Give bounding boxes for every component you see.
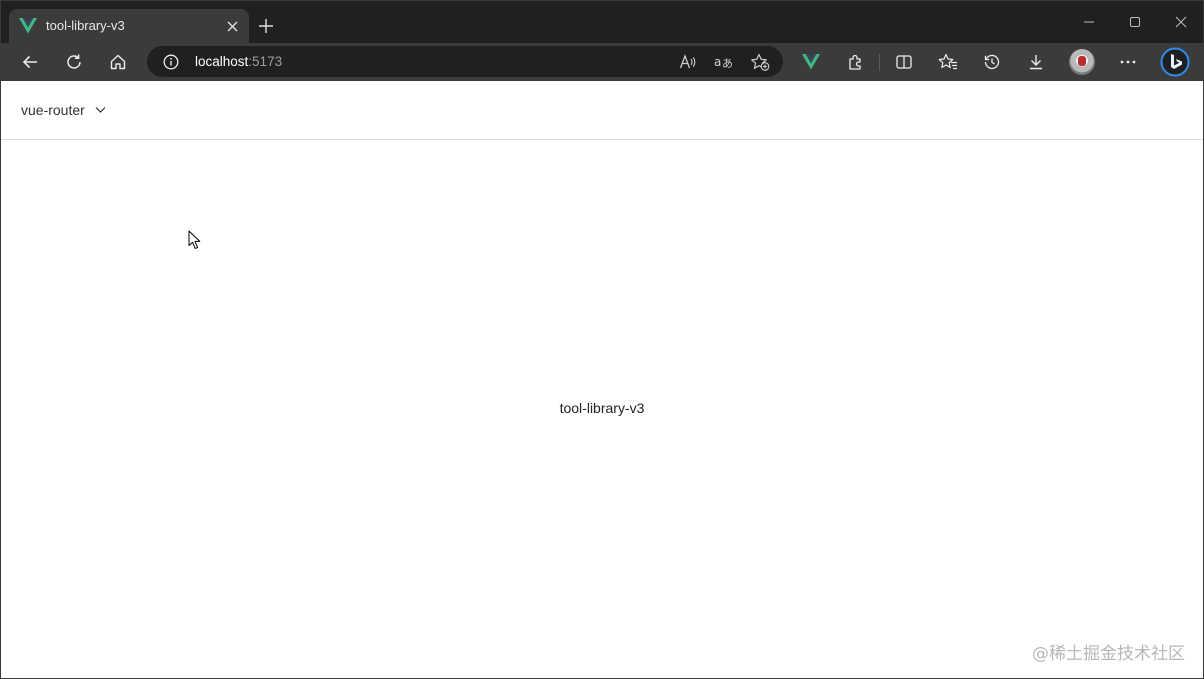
- menu-label: vue-router: [21, 102, 85, 118]
- split-screen-icon[interactable]: [890, 49, 918, 75]
- extensions-icon[interactable]: [841, 49, 869, 75]
- app-title-text: tool-library-v3: [559, 400, 645, 416]
- browser-toolbar: localhost:5173 aあ: [1, 43, 1203, 81]
- vue-logo-icon: [19, 18, 37, 34]
- profile-avatar[interactable]: [1069, 49, 1095, 75]
- svg-text:a: a: [714, 55, 721, 69]
- bing-icon[interactable]: [1159, 46, 1191, 78]
- favorites-icon[interactable]: [934, 49, 962, 75]
- translate-icon[interactable]: aあ: [711, 50, 737, 74]
- add-favorite-icon[interactable]: [747, 50, 773, 74]
- info-icon[interactable]: [161, 52, 181, 72]
- vue-devtools-icon[interactable]: [797, 49, 825, 75]
- read-aloud-icon[interactable]: [675, 50, 701, 74]
- home-icon[interactable]: [104, 49, 132, 75]
- svg-text:あ: あ: [722, 57, 733, 70]
- top-nav: vue-router: [1, 81, 1203, 140]
- page-content: vue-router tool-library-v3 @稀土掘金技术社区: [1, 81, 1203, 678]
- downloads-icon[interactable]: [1022, 49, 1050, 75]
- tab-title: tool-library-v3: [46, 18, 125, 33]
- url-host: localhost: [195, 54, 249, 69]
- tab-strip: tool-library-v3: [1, 1, 1203, 43]
- vue-router-menu[interactable]: vue-router: [21, 101, 106, 119]
- refresh-icon[interactable]: [60, 49, 88, 75]
- minimize-icon[interactable]: [1078, 11, 1100, 33]
- tab-close-icon[interactable]: [223, 17, 241, 35]
- toolbar-divider: [879, 54, 880, 71]
- url-port: :5173: [248, 54, 283, 69]
- maximize-icon[interactable]: [1124, 11, 1146, 33]
- close-icon[interactable]: [1170, 11, 1192, 33]
- browser-tab[interactable]: tool-library-v3: [9, 9, 249, 43]
- watermark: @稀土掘金技术社区: [1032, 644, 1185, 664]
- more-icon[interactable]: [1114, 49, 1142, 75]
- chevron-down-icon: [95, 101, 106, 119]
- mouse-cursor-icon: [188, 230, 202, 250]
- url-text[interactable]: localhost:5173: [195, 54, 282, 69]
- new-tab-icon[interactable]: [255, 15, 277, 37]
- back-icon[interactable]: [16, 49, 44, 75]
- address-bar[interactable]: localhost:5173 aあ: [147, 46, 783, 77]
- history-icon[interactable]: [978, 49, 1006, 75]
- browser-window: tool-library-v3 localhost:5173 a あ vue-r…: [0, 0, 1204, 679]
